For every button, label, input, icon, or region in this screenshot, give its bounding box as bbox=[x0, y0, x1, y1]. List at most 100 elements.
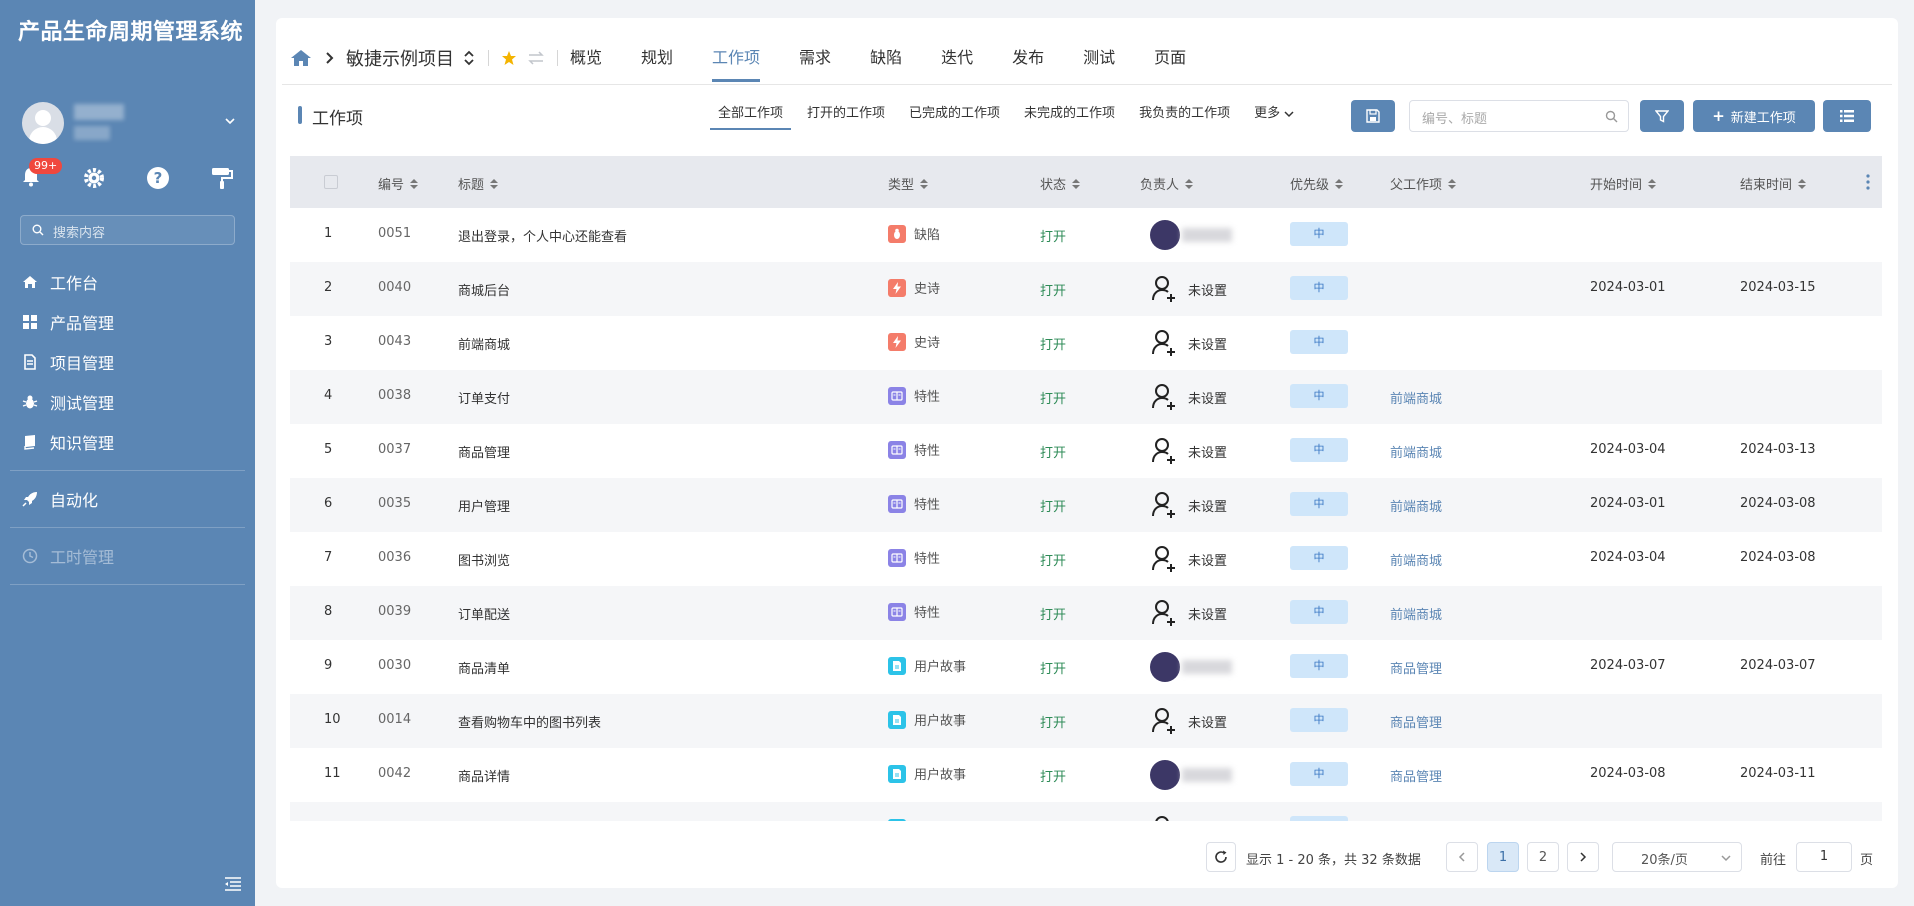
parent-work-item-link[interactable]: 前端商城 bbox=[1390, 496, 1442, 515]
work-item-title[interactable]: 图书浏览 bbox=[458, 550, 510, 569]
tab-defects[interactable]: 缺陷 bbox=[870, 38, 902, 78]
priority-badge[interactable]: 中 bbox=[1290, 492, 1348, 516]
owner-cell[interactable]: 未设置 bbox=[1150, 814, 1227, 821]
table-row[interactable]: 9 0030 商品清单 用户故事 打开 中 商品管理 2024-03-07 2024-03-07 bbox=[290, 640, 1882, 694]
owner-cell[interactable]: 未设置 bbox=[1150, 544, 1227, 574]
add-user-icon[interactable] bbox=[1150, 328, 1180, 358]
page-size-select[interactable]: 20条/页 bbox=[1612, 842, 1742, 872]
switch-project-icon[interactable] bbox=[462, 49, 476, 67]
table-row[interactable]: 7 0036 图书浏览 特性 打开 未设置 中 前端商城 2024-03-04 2024-03-0… bbox=[290, 532, 1882, 586]
filter-open[interactable]: 打开的工作项 bbox=[799, 100, 893, 128]
owner-cell[interactable] bbox=[1150, 220, 1232, 250]
owner-cell[interactable] bbox=[1150, 760, 1232, 790]
priority-badge[interactable]: 中 bbox=[1290, 438, 1348, 462]
gear-icon[interactable] bbox=[82, 166, 108, 192]
priority-badge[interactable]: 中 bbox=[1290, 546, 1348, 570]
add-user-icon[interactable] bbox=[1150, 598, 1180, 628]
table-row[interactable]: 2 0040 商城后台 史诗 打开 未设置 中 2024-03-01 2024-03-15 bbox=[290, 262, 1882, 316]
star-icon[interactable] bbox=[501, 50, 517, 66]
owner-cell[interactable]: 未设置 bbox=[1150, 328, 1227, 358]
goto-page-input[interactable]: 1 bbox=[1796, 842, 1852, 872]
sidebar-item-testing[interactable]: 测试管理 bbox=[0, 382, 255, 422]
work-item-title[interactable]: 前端商城 bbox=[458, 334, 510, 353]
add-user-icon[interactable] bbox=[1150, 544, 1180, 574]
work-item-title[interactable]: 查看购物车中的图书列表 bbox=[458, 712, 601, 731]
owner-cell[interactable]: 未设置 bbox=[1150, 382, 1227, 412]
tab-pages[interactable]: 页面 bbox=[1154, 38, 1186, 78]
collapse-sidebar-icon[interactable] bbox=[224, 876, 242, 892]
parent-work-item-link[interactable]: 商品管理 bbox=[1390, 658, 1442, 677]
table-row[interactable]: 1 0051 退出登录，个人中心还能查看 缺陷 打开 中 bbox=[290, 208, 1882, 262]
column-header-title[interactable]: 标题 bbox=[458, 174, 499, 193]
column-header-start[interactable]: 开始时间 bbox=[1590, 174, 1657, 193]
paint-roller-icon[interactable] bbox=[210, 166, 236, 192]
priority-badge[interactable]: 中 bbox=[1290, 816, 1348, 821]
owner-avatar[interactable] bbox=[1150, 220, 1180, 250]
filter-more[interactable]: 更多 bbox=[1246, 100, 1302, 128]
sidebar-item-products[interactable]: 产品管理 bbox=[0, 302, 255, 342]
status-text[interactable]: 打开 bbox=[1040, 712, 1066, 731]
work-item-title[interactable]: 用户管理 bbox=[458, 496, 510, 515]
add-user-icon[interactable] bbox=[1150, 490, 1180, 520]
tab-requirements[interactable]: 需求 bbox=[799, 38, 831, 78]
status-text[interactable]: 打开 bbox=[1040, 550, 1066, 569]
filter-completed[interactable]: 已完成的工作项 bbox=[901, 100, 1008, 128]
select-all-checkbox[interactable] bbox=[324, 175, 338, 189]
table-row[interactable]: 5 0037 商品管理 特性 打开 未设置 中 前端商城 2024-03-04 2024-03-1… bbox=[290, 424, 1882, 478]
priority-badge[interactable]: 中 bbox=[1290, 384, 1348, 408]
filter-incomplete[interactable]: 未完成的工作项 bbox=[1016, 100, 1123, 128]
user-avatar[interactable] bbox=[22, 102, 64, 144]
help-icon[interactable]: ? bbox=[146, 166, 172, 192]
status-text[interactable]: 打开 bbox=[1040, 334, 1066, 353]
priority-badge[interactable]: 中 bbox=[1290, 762, 1348, 786]
parent-work-item-link[interactable]: 前端商城 bbox=[1390, 604, 1442, 623]
add-user-icon[interactable] bbox=[1150, 382, 1180, 412]
parent-work-item-link[interactable]: 商品管理 bbox=[1390, 766, 1442, 785]
add-user-icon[interactable] bbox=[1150, 814, 1180, 821]
table-row[interactable]: 4 0038 订单支付 特性 打开 未设置 中 前端商城 bbox=[290, 370, 1882, 424]
work-item-title[interactable]: 商城后台 bbox=[458, 280, 510, 299]
parent-work-item-link[interactable]: 前端商城 bbox=[1390, 550, 1442, 569]
parent-work-item-link[interactable]: 前端商城 bbox=[1390, 442, 1442, 461]
home-icon[interactable] bbox=[290, 48, 312, 68]
next-page-button[interactable] bbox=[1567, 842, 1599, 872]
add-user-icon[interactable] bbox=[1150, 706, 1180, 736]
table-row[interactable]: 3 0043 前端商城 史诗 打开 未设置 中 bbox=[290, 316, 1882, 370]
owner-cell[interactable]: 未设置 bbox=[1150, 598, 1227, 628]
project-name[interactable]: 敏捷示例项目 bbox=[346, 45, 454, 71]
priority-badge[interactable]: 中 bbox=[1290, 222, 1348, 246]
column-settings-icon[interactable] bbox=[1866, 174, 1870, 190]
work-item-title[interactable]: 商品详情 bbox=[458, 766, 510, 785]
table-row[interactable]: 8 0039 订单配送 特性 打开 未设置 中 前端商城 bbox=[290, 586, 1882, 640]
sidebar-item-workbench[interactable]: 工作台 bbox=[0, 262, 255, 302]
priority-badge[interactable]: 中 bbox=[1290, 276, 1348, 300]
filter-button[interactable] bbox=[1640, 100, 1684, 132]
sidebar-search-input[interactable]: 搜索内容 bbox=[20, 215, 235, 245]
work-item-title[interactable]: 订单支付 bbox=[458, 388, 510, 407]
list-view-button[interactable] bbox=[1823, 100, 1871, 132]
owner-cell[interactable]: 未设置 bbox=[1150, 706, 1227, 736]
work-item-title[interactable]: 商品管理 bbox=[458, 442, 510, 461]
refresh-button[interactable] bbox=[1206, 842, 1236, 872]
status-text[interactable]: 打开 bbox=[1040, 388, 1066, 407]
status-text[interactable]: 打开 bbox=[1040, 496, 1066, 515]
column-header-end[interactable]: 结束时间 bbox=[1740, 174, 1807, 193]
parent-work-item-link[interactable]: 前端商城 bbox=[1390, 388, 1442, 407]
table-row[interactable]: 10 0014 查看购物车中的图书列表 用户故事 打开 未设置 中 商品管理 bbox=[290, 694, 1882, 748]
new-work-item-button[interactable]: + 新建工作项 bbox=[1693, 100, 1815, 132]
status-text[interactable]: 打开 bbox=[1040, 280, 1066, 299]
tab-overview[interactable]: 概览 bbox=[570, 38, 602, 78]
tab-testing[interactable]: 测试 bbox=[1083, 38, 1115, 78]
add-user-icon[interactable] bbox=[1150, 274, 1180, 304]
column-header-type[interactable]: 类型 bbox=[888, 174, 929, 193]
tab-work-items[interactable]: 工作项 bbox=[712, 38, 761, 82]
status-text[interactable]: 打开 bbox=[1040, 442, 1066, 461]
status-text[interactable]: 打开 bbox=[1040, 766, 1066, 785]
page-button-2[interactable]: 2 bbox=[1527, 842, 1559, 872]
filter-all[interactable]: 全部工作项 bbox=[710, 100, 792, 130]
work-item-title[interactable]: 确认订单，确认购买的图书、填写配送信息等 bbox=[458, 820, 718, 821]
save-view-button[interactable] bbox=[1351, 100, 1395, 132]
work-item-title[interactable]: 退出登录，个人中心还能查看 bbox=[458, 226, 627, 245]
column-header-status[interactable]: 状态 bbox=[1040, 174, 1081, 193]
parent-work-item-link[interactable]: 商品管理 bbox=[1390, 820, 1442, 821]
